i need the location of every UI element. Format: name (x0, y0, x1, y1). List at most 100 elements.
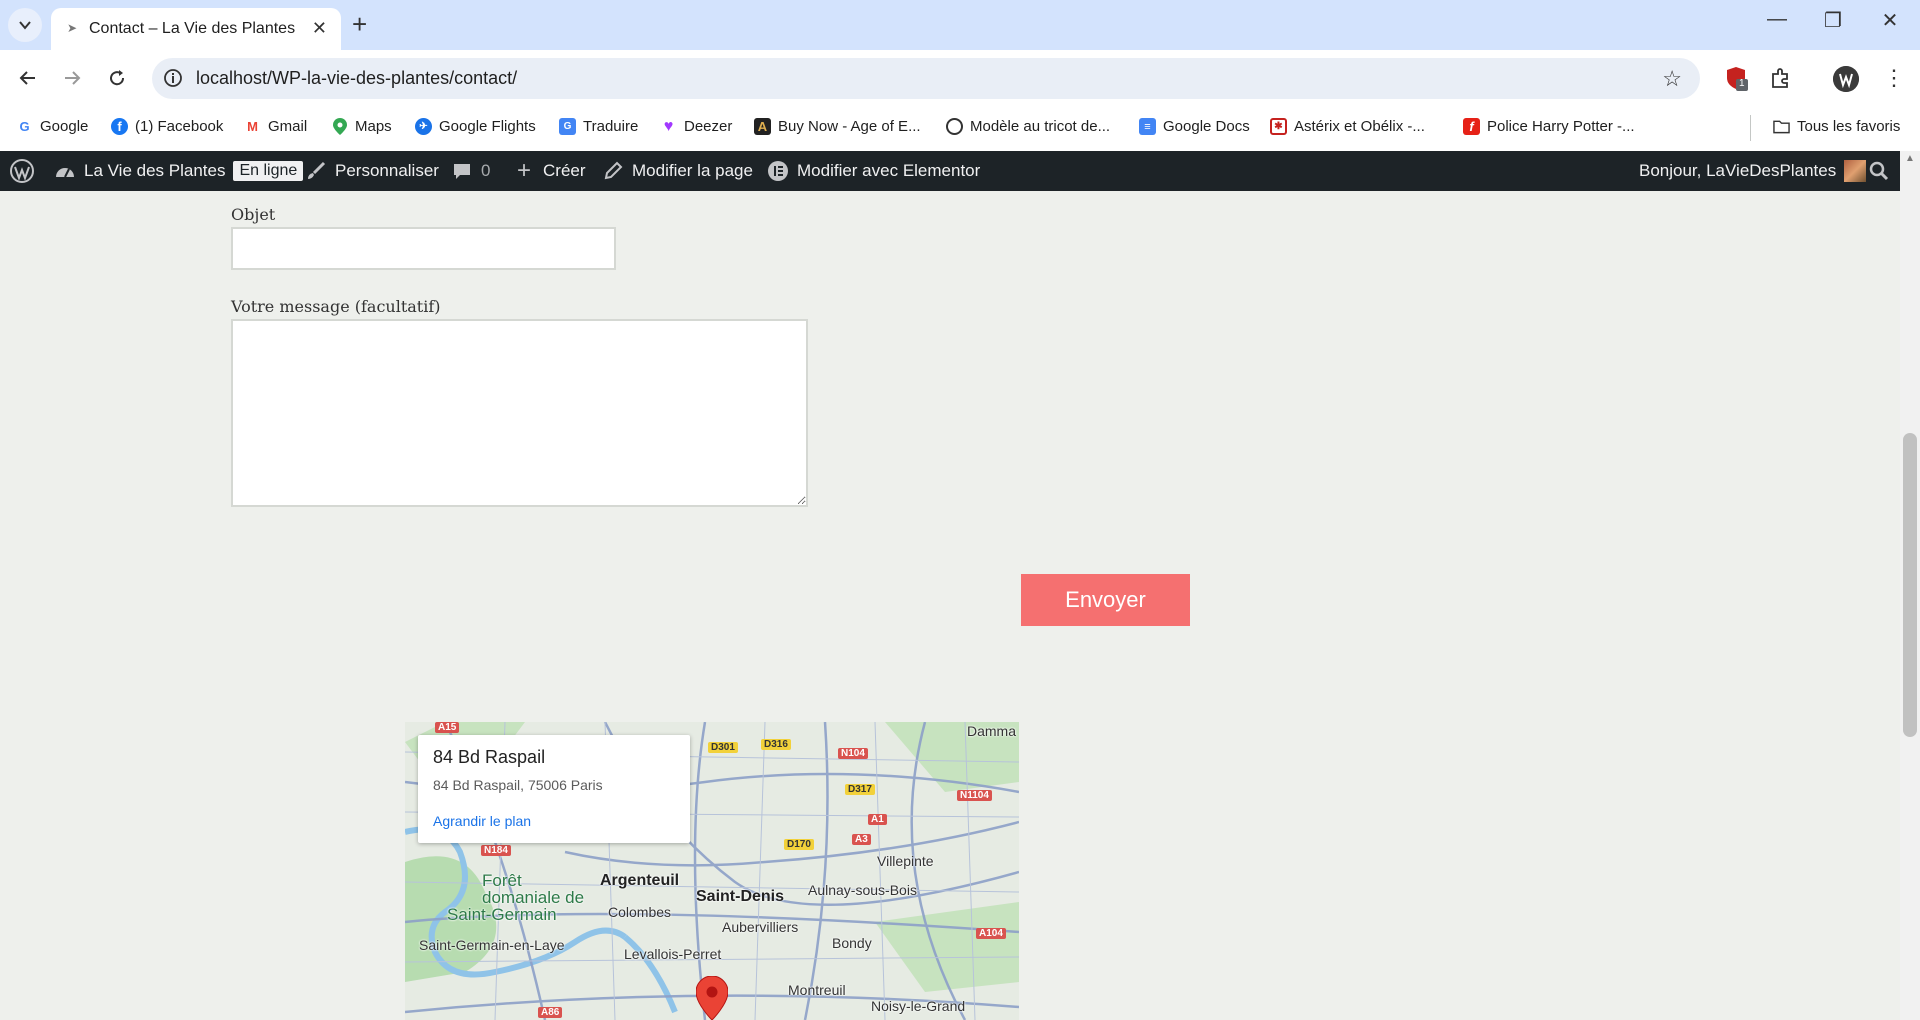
road-n184: N184 (481, 845, 511, 856)
place-villepinte: Villepinte (877, 853, 934, 869)
deezer-icon: ♥ (663, 117, 674, 135)
bookmark-facebook[interactable]: f (1) Facebook (111, 118, 223, 135)
greeting-text: Bonjour, LaVieDesPlantes (1639, 161, 1837, 180)
url-text: localhost/WP-la-vie-des-plantes/contact/ (196, 68, 518, 88)
flights-icon: ✈ (415, 118, 432, 135)
bookmark-translate[interactable]: G Traduire (559, 118, 638, 135)
place-aulnay: Aulnay-sous-Bois (808, 882, 917, 898)
place-foret-line2: domaniale de (482, 888, 585, 907)
bookmark-knit[interactable]: Modèle au tricot de... (946, 118, 1110, 135)
place-colombes: Colombes (608, 904, 672, 920)
google-map[interactable]: A15 D301 D316 N104 N1104 D317 A1 A3 D170… (405, 722, 1019, 1020)
paintbrush-icon (305, 160, 327, 182)
bookmark-google[interactable]: G Google (16, 118, 88, 135)
minimize-icon[interactable]: — (1757, 8, 1797, 31)
place-levallois: Levallois-Perret (624, 946, 722, 962)
bookmark-deezer[interactable]: ♥ Deezer (660, 117, 733, 136)
new-content-menu[interactable]: + Créer (513, 151, 586, 191)
road-a86: A86 (538, 1007, 563, 1018)
road-d170: D170 (784, 839, 814, 850)
bookmark-star-icon[interactable]: ☆ (1662, 66, 1682, 92)
my-account-menu[interactable]: Bonjour, LaVieDesPlantes (1639, 151, 1867, 191)
dashboard-gauge-icon (54, 160, 76, 182)
arrow-right-icon (65, 71, 81, 85)
bookmark-font[interactable]: f Police Harry Potter -... (1463, 118, 1635, 135)
enlarge-map-link[interactable]: Agrandir le plan (433, 813, 531, 829)
folder-icon (1773, 118, 1790, 135)
close-tab-icon[interactable]: ✕ (312, 18, 327, 39)
forward-button[interactable] (57, 63, 87, 93)
edit-page-link[interactable]: Modifier la page (602, 151, 753, 191)
elementor-icon (767, 160, 789, 182)
site-info-icon[interactable] (162, 67, 184, 94)
bookmark-gmail[interactable]: M Gmail (244, 118, 307, 135)
send-button[interactable]: Envoyer (1021, 574, 1190, 626)
map-card-address: 84 Bd Raspail, 75006 Paris (433, 777, 603, 793)
extension-shield-icon[interactable]: 1 (1724, 66, 1750, 92)
facebook-icon: f (111, 118, 128, 135)
browser-menu-icon[interactable]: ⋮ (1881, 66, 1907, 92)
reload-icon (110, 70, 125, 86)
place-foret-line3: Saint-Germain (447, 905, 557, 924)
bookmark-age[interactable]: A Buy Now - Age of E... (754, 118, 921, 135)
place-argenteuil: Argenteuil (600, 872, 680, 889)
site-name-menu[interactable]: La Vie des Plantes En ligne (54, 151, 304, 191)
plus-icon: + (516, 157, 531, 184)
map-place-card: 84 Bd Raspail 84 Bd Raspail, 75006 Paris… (418, 735, 690, 843)
place-noisy: Noisy-le-Grand (871, 998, 966, 1014)
chevron-down-icon (19, 21, 31, 30)
map-card-title: 84 Bd Raspail (433, 747, 546, 767)
wordpress-icon (10, 159, 34, 183)
message-label: Votre message (facultatif) (231, 297, 441, 316)
subject-input[interactable] (231, 227, 616, 270)
tab-search-button[interactable] (8, 8, 42, 42)
close-window-icon[interactable]: ✕ (1870, 8, 1910, 33)
back-button[interactable] (13, 63, 43, 93)
reload-button[interactable] (102, 63, 132, 93)
all-bookmarks-folder[interactable]: Tous les favoris (1773, 118, 1900, 135)
bookmark-asterix[interactable]: ✱ Astérix et Obélix -... (1270, 118, 1425, 135)
customize-link[interactable]: Personnaliser (305, 151, 439, 191)
tab-strip: ➤ Contact – La Vie des Plantes ✕ + — ❐ ✕ (0, 0, 1920, 50)
message-textarea[interactable] (231, 319, 808, 507)
comment-bubble-icon (451, 160, 473, 182)
map-pin-icon[interactable] (696, 976, 728, 1020)
site-favicon-icon: ➤ (67, 21, 78, 35)
extensions-puzzle-icon[interactable] (1769, 66, 1795, 92)
comments-link[interactable]: 0 (451, 151, 490, 191)
edit-elementor-link[interactable]: Modifier avec Elementor (767, 151, 980, 191)
profile-avatar[interactable] (1833, 66, 1859, 92)
page-scrollbar[interactable]: ▲ (1900, 151, 1920, 1020)
place-bondy: Bondy (832, 935, 872, 951)
gmail-icon: M (247, 119, 258, 134)
admin-search-icon[interactable] (1869, 151, 1889, 191)
address-bar[interactable]: localhost/WP-la-vie-des-plantes/contact/… (152, 58, 1700, 99)
docs-icon: ≡ (1139, 118, 1156, 135)
knit-icon (946, 118, 963, 135)
road-n104: N104 (838, 748, 868, 759)
bookmark-flights[interactable]: ✈ Google Flights (415, 118, 536, 135)
page-content: Objet Votre message (facultatif) Envoyer (0, 191, 1900, 1020)
arrow-left-icon (19, 71, 35, 85)
google-icon: G (19, 119, 30, 134)
font-icon: f (1463, 118, 1480, 135)
status-badge: En ligne (233, 161, 304, 181)
new-tab-button[interactable]: + (352, 10, 367, 38)
place-damma: Damma (967, 723, 1017, 739)
scrollbar-thumb[interactable] (1903, 433, 1917, 737)
road-n1104: N1104 (957, 790, 992, 801)
place-montreuil: Montreuil (788, 982, 846, 998)
bookmark-docs[interactable]: ≡ Google Docs (1139, 118, 1250, 135)
maps-icon (331, 118, 348, 135)
wp-admin-bar: La Vie des Plantes En ligne Personnalise… (0, 151, 1920, 191)
restore-icon[interactable]: ❐ (1813, 8, 1853, 33)
road-a104: A104 (976, 928, 1006, 939)
browser-toolbar: localhost/WP-la-vie-des-plantes/contact/… (0, 50, 1920, 107)
active-tab[interactable]: ➤ Contact – La Vie des Plantes ✕ (51, 8, 341, 50)
bookmark-maps[interactable]: Maps (331, 118, 392, 135)
scroll-up-icon[interactable]: ▲ (1905, 153, 1915, 164)
road-d301: D301 (708, 742, 738, 753)
wp-logo-menu[interactable] (10, 151, 34, 191)
place-saint-germain-laye: Saint-Germain-en-Laye (419, 937, 565, 953)
extension-badge: 1 (1739, 78, 1745, 89)
